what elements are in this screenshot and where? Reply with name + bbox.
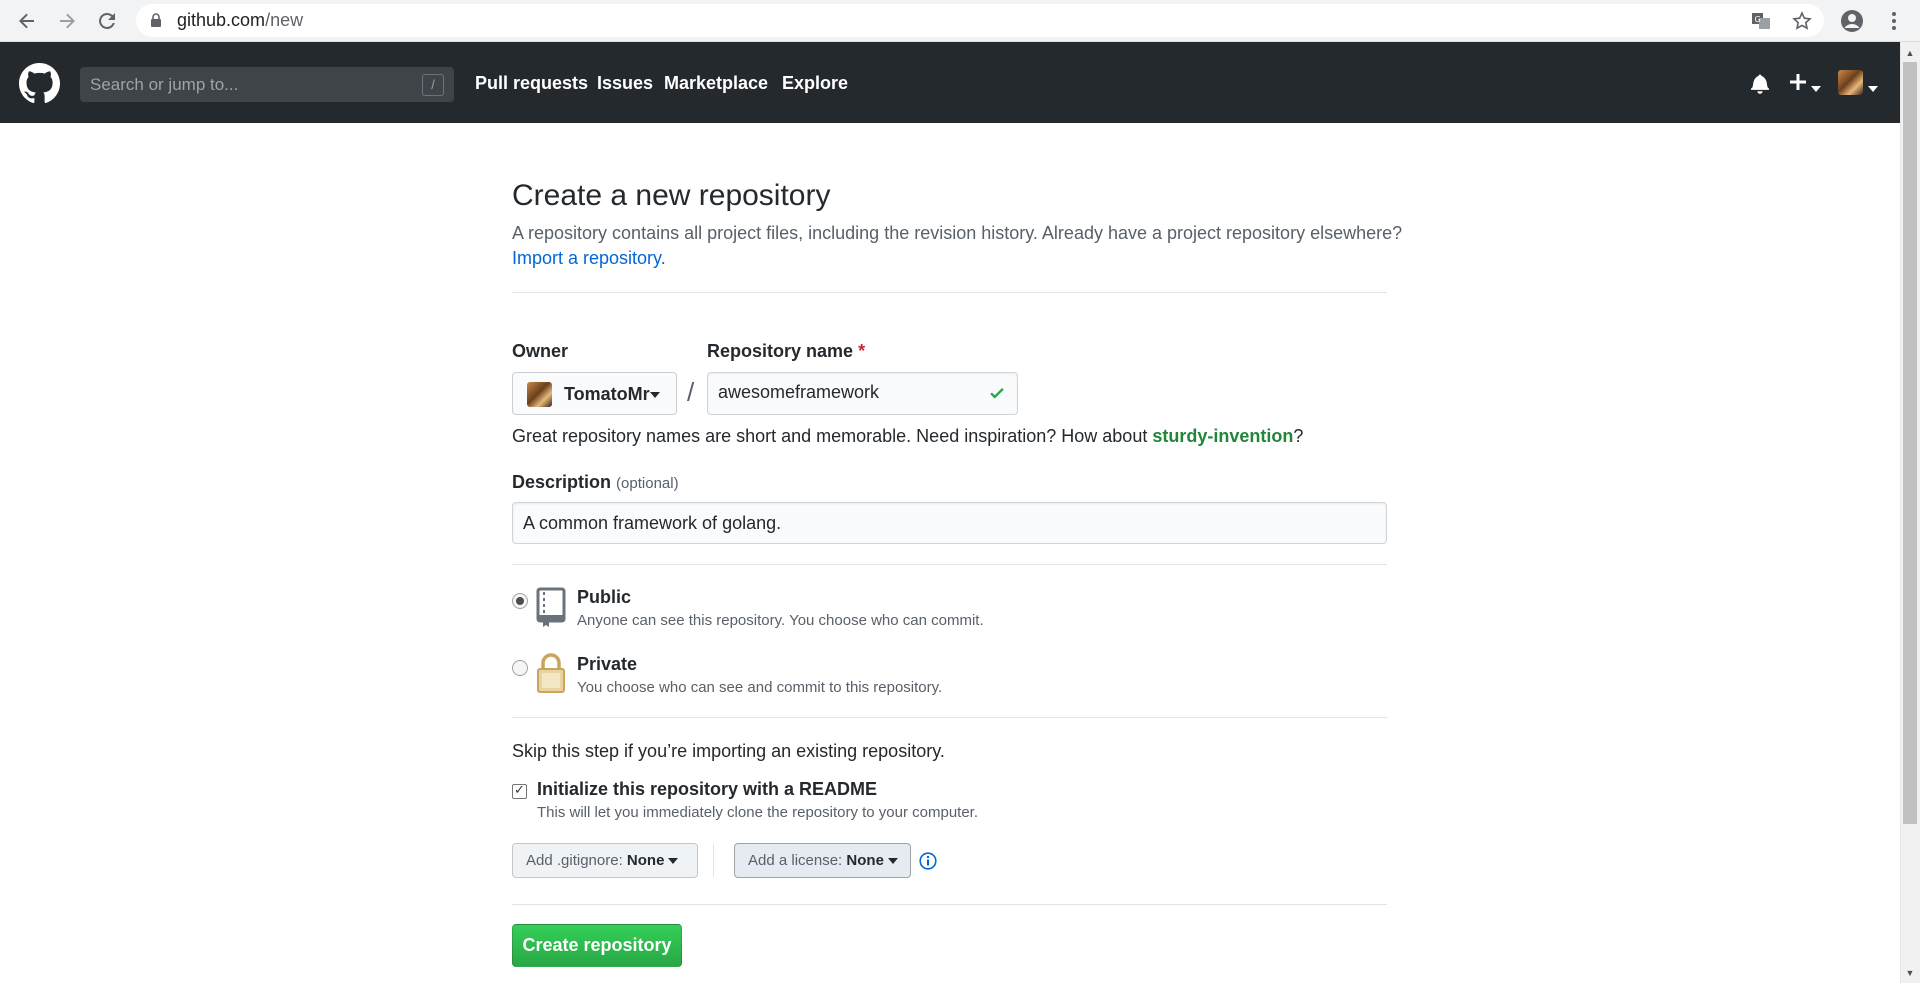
owner-select[interactable]: TomatoMr — [512, 372, 677, 415]
reload-icon[interactable] — [93, 7, 121, 35]
readme-label[interactable]: Initialize this repository with a README — [537, 779, 877, 800]
address-bar[interactable] — [136, 4, 1824, 37]
create-repository-button[interactable]: Create repository — [512, 924, 682, 967]
check-icon — [987, 384, 1007, 407]
description-field[interactable] — [512, 502, 1387, 544]
scroll-down-arrow-icon[interactable]: ▼ — [1903, 966, 1917, 980]
page-subtitle: A repository contains all project files,… — [512, 223, 1403, 243]
name-suggestion[interactable]: sturdy-invention — [1152, 426, 1293, 446]
nav-explore[interactable]: Explore — [782, 73, 848, 94]
private-note: You choose who can see and commit to thi… — [577, 679, 943, 696]
import-repository-link[interactable]: Import a repository. — [512, 248, 666, 269]
public-radio[interactable] — [512, 593, 528, 609]
profile-icon[interactable] — [1838, 7, 1866, 35]
chevron-down-icon — [1868, 80, 1878, 98]
scroll-up-arrow-icon[interactable]: ▲ — [1903, 46, 1917, 60]
public-title: Public — [577, 587, 632, 607]
optional-note: (optional) — [616, 475, 679, 492]
gitignore-select[interactable]: Add .gitignore: None — [512, 843, 698, 878]
github-logo-icon[interactable] — [19, 63, 60, 104]
address-url[interactable]: github.com/new — [177, 10, 303, 31]
owner-repo-separator: / — [687, 377, 695, 407]
repo-name-input[interactable] — [718, 382, 968, 403]
private-radio[interactable] — [512, 660, 528, 676]
owner-label: Owner — [512, 341, 569, 361]
nav-pull-requests[interactable]: Pull requests — [475, 73, 588, 94]
private-title: Private — [577, 654, 638, 674]
menu-dots-icon[interactable] — [1880, 7, 1908, 35]
chevron-down-icon — [668, 858, 679, 865]
description-label: Description (optional) — [512, 472, 679, 492]
svg-text:G: G — [1755, 15, 1761, 24]
chevron-down-icon — [650, 392, 660, 398]
divider — [512, 717, 1387, 718]
avatar[interactable] — [1838, 70, 1863, 100]
browser-toolbar: github.com/new G — [0, 0, 1920, 42]
license-select[interactable]: Add a license: None — [734, 843, 911, 878]
search-input[interactable]: Search or jump to... / — [80, 67, 454, 102]
description-input[interactable] — [523, 513, 1363, 534]
chevron-down-icon — [1811, 80, 1821, 98]
public-note: Anyone can see this repository. You choo… — [577, 612, 984, 629]
create-new-plus-icon[interactable] — [1788, 72, 1808, 97]
nav-issues[interactable]: Issues — [597, 73, 653, 94]
forward-arrow-icon[interactable] — [53, 7, 81, 35]
repo-name-hint: Great repository names are short and mem… — [512, 426, 1304, 446]
checkmark-icon: ✓ — [514, 782, 525, 797]
page-title: Create a new repository — [512, 179, 831, 212]
back-arrow-icon[interactable] — [13, 7, 41, 35]
scrollbar-thumb[interactable] — [1903, 62, 1917, 824]
repo-name-label: Repository name * — [707, 341, 866, 361]
skip-note: Skip this step if you’re importing an ex… — [512, 741, 945, 761]
lock-icon — [536, 652, 566, 699]
repo-name-field[interactable] — [707, 372, 1018, 415]
repo-book-icon — [536, 587, 566, 632]
divider — [512, 564, 1387, 565]
divider — [512, 292, 1387, 293]
divider — [512, 904, 1387, 905]
readme-checkbox[interactable]: ✓ — [512, 782, 527, 799]
search-placeholder: Search or jump to... — [90, 75, 239, 94]
info-icon[interactable] — [919, 852, 937, 875]
nav-marketplace[interactable]: Marketplace — [664, 73, 768, 94]
lock-icon — [150, 13, 162, 33]
readme-note: This will let you immediately clone the … — [537, 804, 979, 821]
search-shortcut-badge: / — [422, 74, 444, 96]
divider — [713, 844, 714, 877]
required-mark: * — [858, 341, 866, 361]
bell-icon[interactable] — [1751, 73, 1770, 99]
star-icon[interactable] — [1788, 7, 1816, 35]
owner-avatar — [527, 382, 552, 407]
translate-icon[interactable]: G — [1747, 7, 1775, 35]
owner-value: TomatoMr — [564, 384, 650, 404]
chevron-down-icon — [887, 858, 898, 865]
site-header: Search or jump to... / Pull requests Iss… — [0, 42, 1900, 123]
